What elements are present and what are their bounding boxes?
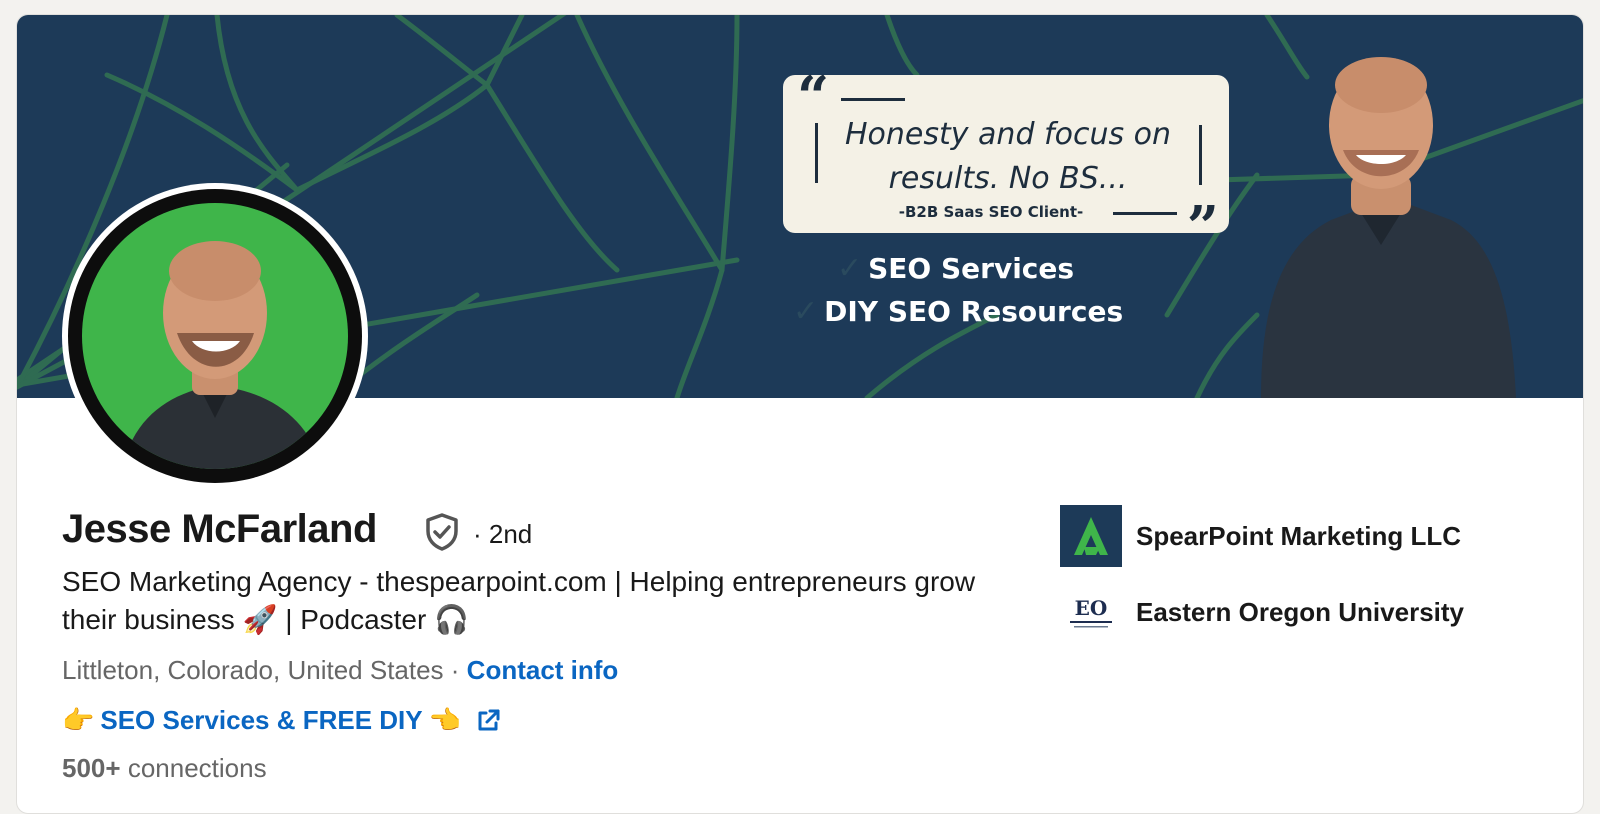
- quote-decor-line: [1113, 212, 1177, 215]
- svg-text:EO: EO: [1075, 596, 1108, 620]
- company-name: SpearPoint Marketing LLC: [1136, 520, 1462, 551]
- quote-decor-bar: [1199, 125, 1202, 185]
- separator: ·: [443, 655, 467, 685]
- banner-service-label: DIY SEO Resources: [824, 295, 1124, 328]
- pointing-right-icon: 👉: [62, 705, 95, 735]
- checkmark-icon: ✓: [793, 294, 819, 329]
- school-name: Eastern Oregon University: [1136, 596, 1464, 627]
- close-quote-icon: ”: [1186, 194, 1219, 260]
- banner-person-photo: [1261, 57, 1516, 398]
- profile-name: Jesse McFarland: [62, 507, 377, 551]
- connections-count[interactable]: 500+ connections: [62, 753, 267, 784]
- eou-logo-icon: EO: [1060, 581, 1122, 643]
- testimonial-quote-box: “ Honesty and focus on results. No BS...…: [783, 69, 1229, 255]
- checkmark-icon: ✓: [837, 251, 863, 286]
- quote-decor-line: [841, 98, 905, 101]
- connections-label: connections: [127, 753, 267, 783]
- testimonial-source: -B2B Saas SEO Client-: [898, 203, 1084, 221]
- location-text: Littleton, Colorado, United States: [62, 655, 444, 685]
- headphones-icon: 🎧: [434, 604, 469, 635]
- rocket-icon: 🚀: [242, 604, 278, 635]
- profile-photo[interactable]: [62, 183, 368, 489]
- location-row: Littleton, Colorado, United States · Con…: [62, 655, 618, 686]
- banner-service-item: ✓ SEO Services: [837, 251, 1074, 286]
- connections-number: 500+: [62, 753, 121, 783]
- current-company[interactable]: SpearPoint Marketing LLC: [1060, 505, 1461, 567]
- verified-shield-icon[interactable]: [424, 513, 460, 551]
- headline-text: | Podcaster: [277, 604, 435, 635]
- banner-service-item: ✓ DIY SEO Resources: [793, 294, 1123, 329]
- website-label: SEO Services & FREE DIY: [100, 705, 423, 735]
- person-avatar-image: [122, 241, 322, 469]
- banner-service-label: SEO Services: [868, 252, 1075, 285]
- contact-info-link[interactable]: Contact info: [467, 655, 619, 685]
- testimonial-text: Honesty and focus on results. No BS...: [844, 117, 1171, 196]
- education-school[interactable]: EO Eastern Oregon University: [1060, 581, 1464, 643]
- quote-decor-bar: [815, 123, 818, 183]
- headline-text: SEO Marketing Agency - thespearpoint.com…: [62, 566, 976, 635]
- profile-card: “ Honesty and focus on results. No BS...…: [16, 14, 1584, 814]
- connection-degree: · 2nd: [473, 519, 533, 549]
- external-link-icon: [478, 709, 500, 730]
- pointing-left-icon: 👈: [428, 705, 461, 735]
- profile-headline: SEO Marketing Agency - thespearpoint.com…: [62, 563, 1022, 639]
- spearpoint-logo-icon: [1060, 505, 1122, 567]
- website-link[interactable]: 👉 SEO Services & FREE DIY 👈: [62, 705, 501, 736]
